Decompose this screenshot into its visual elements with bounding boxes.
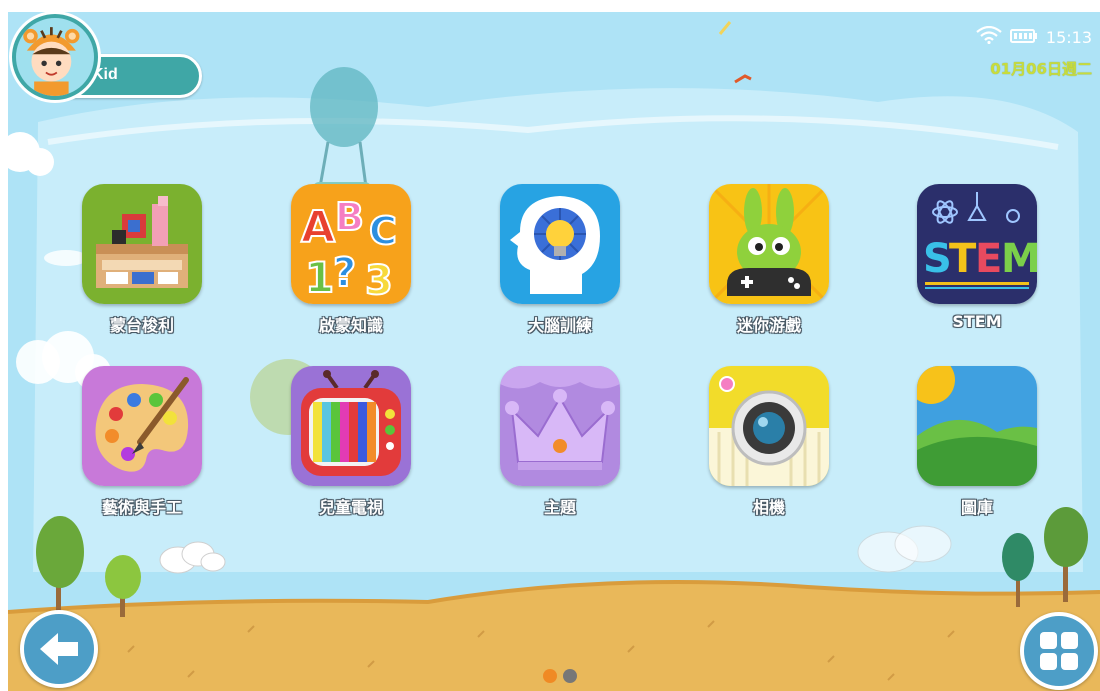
page-dot[interactable] — [563, 669, 577, 683]
wifi-icon — [976, 25, 1002, 48]
status-date: 01月06日週二 — [990, 60, 1092, 78]
montessori-blocks-icon — [82, 184, 202, 304]
svg-text:T: T — [949, 236, 977, 282]
app-gallery[interactable]: 圖庫 — [907, 366, 1047, 518]
app-label: 迷你游戲 — [736, 316, 801, 335]
profile-badge[interactable]: Kid — [12, 14, 202, 104]
svg-text:M: M — [1001, 236, 1037, 282]
abc-123-icon: A B C 1 ? 3 — [291, 184, 411, 304]
svg-text:C: C — [369, 209, 397, 253]
app-kids-tv[interactable]: 兒童電視 — [281, 366, 421, 518]
brain-lightbulb-icon — [500, 184, 620, 304]
svg-text:1: 1 — [305, 253, 334, 302]
camera-icon — [709, 366, 829, 486]
svg-text:S: S — [923, 236, 952, 282]
tiger-kid-avatar-icon[interactable] — [12, 14, 98, 100]
paint-palette-icon — [82, 366, 202, 486]
grid-apps-icon — [1040, 632, 1078, 670]
app-label: 主題 — [543, 498, 576, 517]
status-bar: 15:13 — [976, 25, 1092, 48]
app-stem[interactable]: S T E M STEM — [907, 184, 1047, 331]
app-mini-games[interactable]: 迷你游戲 — [699, 184, 839, 336]
app-label: 啟蒙知識 — [318, 316, 383, 335]
back-button[interactable] — [20, 610, 98, 688]
arrow-left-icon — [40, 633, 78, 665]
app-label: 藝術與手工 — [101, 498, 182, 517]
stem-science-icon: S T E M — [917, 184, 1037, 304]
svg-text:B: B — [335, 195, 364, 239]
app-label: 蒙台梭利 — [109, 316, 174, 335]
svg-text:A: A — [301, 202, 335, 253]
app-theme[interactable]: 主題 — [490, 366, 630, 518]
svg-text:3: 3 — [365, 258, 393, 304]
home-screen: Kid 15:13 01月06日週二 蒙台梭利 A B C 1 ? 3 啟蒙知識… — [8, 12, 1100, 691]
app-label: 相機 — [752, 498, 785, 517]
all-apps-button[interactable] — [1020, 612, 1098, 690]
app-camera[interactable]: 相機 — [699, 366, 839, 518]
bunny-gamepad-icon — [709, 184, 829, 304]
crown-icon — [500, 366, 620, 486]
page-dot-active[interactable] — [543, 669, 557, 683]
svg-text:?: ? — [333, 250, 356, 296]
retro-tv-icon — [291, 366, 411, 486]
app-brain-training[interactable]: 大腦訓練 — [490, 184, 630, 336]
svg-text:E: E — [975, 236, 1002, 282]
app-label: 圖庫 — [960, 498, 993, 517]
background-scene — [8, 12, 1100, 691]
app-label: 大腦訓練 — [527, 316, 592, 335]
gallery-landscape-icon — [917, 366, 1037, 486]
app-enlightenment[interactable]: A B C 1 ? 3 啟蒙知識 — [281, 184, 421, 336]
app-label: STEM — [952, 312, 1002, 331]
battery-icon — [1009, 28, 1038, 47]
page-indicator — [543, 669, 577, 683]
app-arts-crafts[interactable]: 藝術與手工 — [72, 366, 212, 518]
clock-time: 15:13 — [1045, 27, 1092, 47]
app-label: 兒童電視 — [318, 498, 383, 517]
app-montessori[interactable]: 蒙台梭利 — [72, 184, 212, 336]
